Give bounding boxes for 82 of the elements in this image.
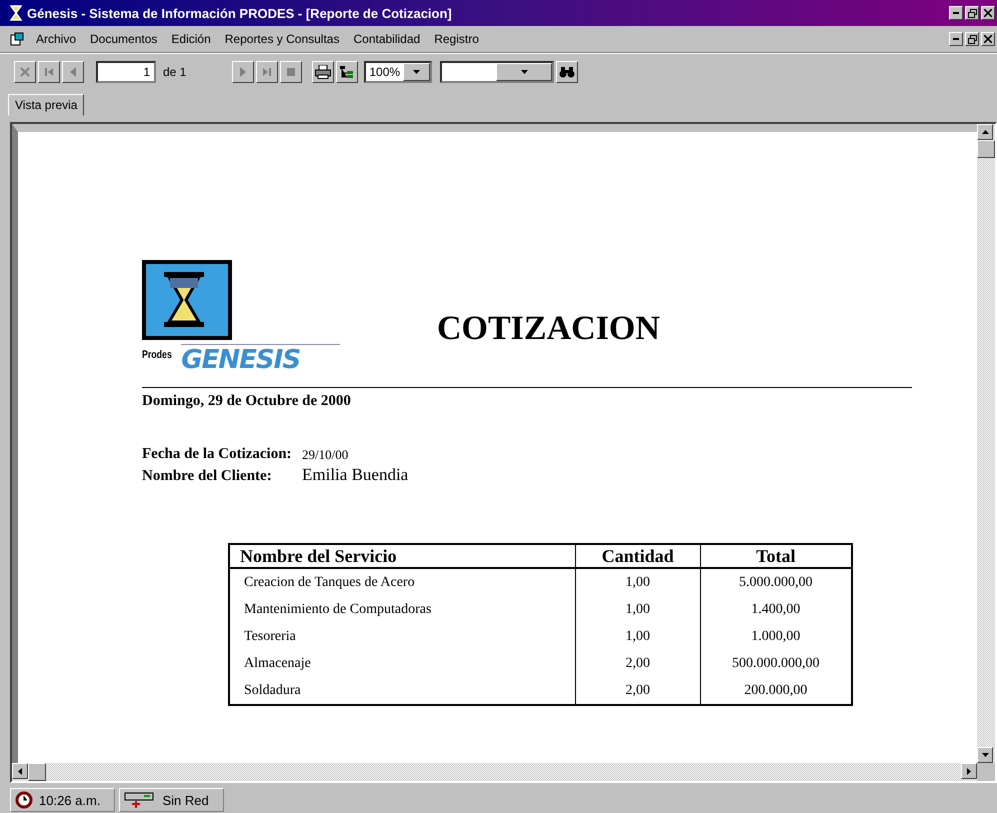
minimize-icon <box>953 12 959 14</box>
minimize-button[interactable] <box>949 32 963 46</box>
scroll-down-button[interactable] <box>977 747 993 763</box>
status-text: Sin Red <box>162 792 209 808</box>
right-arrow-icon <box>967 768 971 774</box>
search-button[interactable] <box>556 61 578 83</box>
close-icon <box>984 9 992 17</box>
previous-arrow-icon <box>70 67 76 77</box>
alarm-clock-icon <box>15 791 33 809</box>
report-date: Domingo, 29 de Octubre de 2000 <box>142 393 352 410</box>
column-header: Nombre del Servicio <box>229 544 576 568</box>
search-dropdown[interactable] <box>440 61 554 83</box>
table-cell: 1.400,00 <box>700 596 852 623</box>
table-cell: Almacenaje <box>229 650 576 677</box>
minimize-icon <box>953 38 959 40</box>
menu-item[interactable]: Contabilidad <box>351 32 422 46</box>
table-cell: Mantenimiento de Computadoras <box>229 596 576 623</box>
dropdown-arrow-icon <box>520 70 528 74</box>
field-label: Nombre del Cliente: <box>142 468 273 485</box>
zoom-dropdown[interactable]: 100% <box>364 61 432 83</box>
document-icon[interactable] <box>10 32 24 46</box>
table-cell: Tesoreria <box>229 623 576 650</box>
dropdown-arrow-icon <box>413 70 420 74</box>
tab[interactable]: Vista previa <box>8 94 84 116</box>
menu-item[interactable]: Registro <box>432 32 481 46</box>
close-button[interactable] <box>981 32 995 46</box>
last-page-icon <box>262 67 272 77</box>
scroll-up-button[interactable] <box>977 124 993 140</box>
left-arrow-icon <box>18 768 22 774</box>
report-title: COTIZACION <box>437 310 660 348</box>
toolbar-button[interactable] <box>312 61 334 83</box>
menu-item[interactable]: Reportes y Consultas <box>222 32 342 46</box>
minimize-button[interactable] <box>949 6 963 20</box>
scroll-right-button[interactable] <box>961 763 977 779</box>
table-cell: 2,00 <box>575 650 700 677</box>
binoculars-icon <box>559 66 576 78</box>
table-cell: 200.000,00 <box>700 677 852 705</box>
column-header: Total <box>700 544 852 568</box>
logo-caption: Prodes <box>142 349 172 361</box>
first-page-icon <box>44 67 54 77</box>
field-value: Emilia Buendia <box>302 465 408 485</box>
scroll-left-button[interactable] <box>12 763 28 779</box>
hourglass-logo-icon <box>142 260 232 340</box>
status-text: 10:26 a.m. <box>39 792 100 808</box>
restore-icon <box>968 34 976 44</box>
table-cell: 1.000,00 <box>700 623 852 650</box>
up-arrow-icon <box>982 130 988 134</box>
window-title: Génesis - Sistema de Información PRODES - [Reporte de Cotizacion] <box>27 6 453 20</box>
toolbar-button[interactable] <box>336 61 358 83</box>
menu-item[interactable]: Documentos <box>88 32 160 46</box>
page-count: de 1 <box>163 65 186 79</box>
close-button[interactable] <box>981 6 995 20</box>
next-arrow-icon <box>240 67 246 77</box>
hourglass-icon <box>10 5 22 21</box>
menu-item[interactable]: Archivo <box>34 32 78 46</box>
down-arrow-icon <box>982 753 988 757</box>
table-cell: 1,00 <box>575 596 700 623</box>
page-number-field[interactable]: 1 <box>96 61 156 83</box>
table-cell: 1,00 <box>575 623 700 650</box>
field-value: 29/10/00 <box>302 447 350 463</box>
tree-view-icon <box>340 65 354 79</box>
restore-button[interactable] <box>965 32 979 46</box>
logo-wordmark: GENESIS <box>181 344 340 375</box>
table-cell: 1,00 <box>575 568 700 596</box>
printer-icon <box>315 65 332 79</box>
scrollbar-corner <box>977 763 995 781</box>
menu-item[interactable]: Edición <box>169 32 213 46</box>
table-cell: Soldadura <box>229 677 576 705</box>
table-cell: 2,00 <box>575 677 700 705</box>
scroll-thumb[interactable] <box>977 140 995 158</box>
close-icon <box>984 35 992 43</box>
field-label: Fecha de la Cotizacion: <box>142 446 293 463</box>
close-icon <box>20 67 30 77</box>
column-header: Cantidad <box>575 544 700 568</box>
restore-icon <box>968 8 976 18</box>
stop-icon <box>287 68 296 76</box>
scroll-thumb[interactable] <box>28 763 46 781</box>
table-cell: 500.000.000,00 <box>700 650 852 677</box>
network-device-icon <box>124 791 156 809</box>
restore-button[interactable] <box>965 6 979 20</box>
table-cell: Creacion de Tanques de Acero <box>229 568 576 596</box>
table-cell: 5.000.000,00 <box>700 568 852 596</box>
